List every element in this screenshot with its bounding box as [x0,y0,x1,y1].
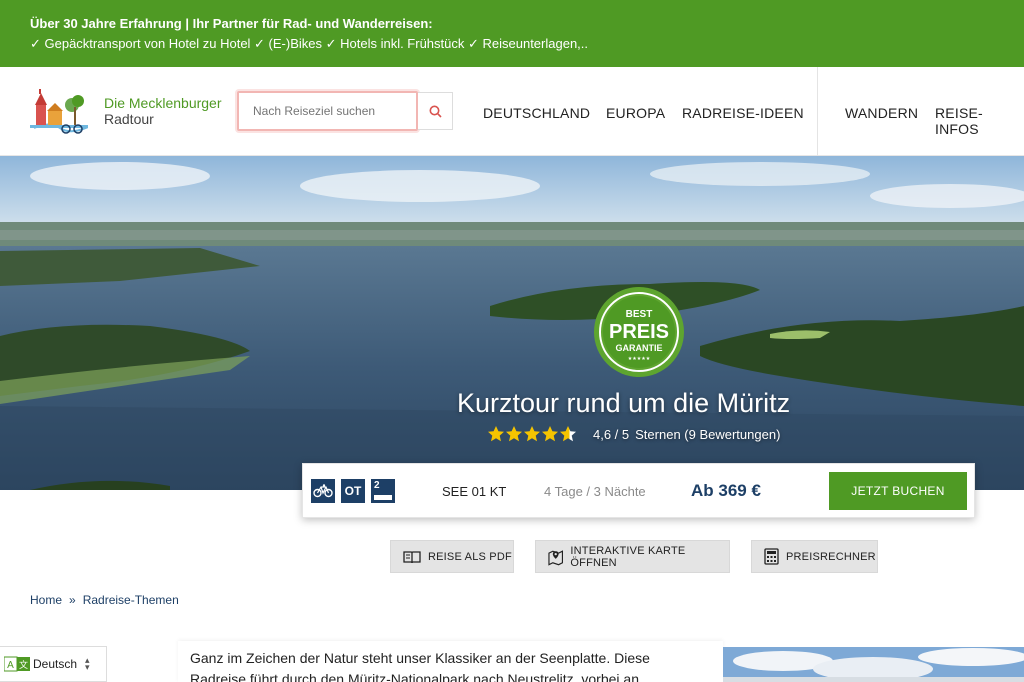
search-input[interactable] [237,91,418,131]
rating-stars [487,425,577,443]
top-info-bar: Über 30 Jahre Erfahrung | Ihr Partner fü… [0,0,1024,67]
translate-icon: A 文 [4,656,30,672]
side-sky-image [723,647,1024,682]
tour-info-bar: OT 2 SEE 01 KT 4 Tage / 3 Nächte Ab 369 … [302,463,975,518]
star-icon [506,426,522,442]
badge-best: BEST [626,309,653,320]
map-button-label: INTERAKTIVE KARTE ÖFFNEN [570,544,686,569]
rating-value: 4,6 / 5 [593,426,630,442]
search-icon [429,105,442,118]
best-price-badge: BEST PREIS GARANTIE ★★★★★ [594,287,684,377]
bike-tour-icon [311,479,335,503]
svg-text:文: 文 [19,659,28,671]
nav-reise-infos[interactable]: REISE-INFOS [935,105,1024,137]
breadcrumb-home[interactable]: Home [30,593,62,607]
tour-duration: 4 Tage / 3 Nächte [544,484,646,499]
difficulty-level-icon: 2 [371,479,395,503]
brand-line-2: Radtour [104,111,154,127]
breadcrumb-separator: » [69,593,76,607]
language-label: Deutsch [33,657,78,671]
map-pin-icon [548,549,564,566]
rating-count[interactable]: Sternen (9 Bewertungen) [635,427,780,442]
nav-deutschland[interactable]: DEUTSCHLAND [483,105,590,121]
intro-text: Ganz im Zeichen der Natur steht unser Kl… [190,648,710,682]
svg-text:A: A [7,660,14,671]
topbar-headline: Über 30 Jahre Erfahrung | Ihr Partner fü… [30,16,433,31]
site-header: Die Mecklenburger Radtour DEUTSCHLAND EU… [0,67,1024,156]
calculator-icon [764,548,779,565]
tour-price: Ab 369 € [691,481,761,500]
pdf-button[interactable]: REISE ALS PDF [390,540,514,573]
topbar-benefits: ✓ Gepäcktransport von Hotel zu Hotel ✓ (… [30,36,589,51]
tour-rating: 4,6 / 5 Sternen (9 Bewertungen) [487,424,780,444]
book-icon [403,550,421,563]
nav-wandern[interactable]: WANDERN [845,105,918,121]
badge-garantie: GARANTIE [616,343,663,353]
star-icon [488,426,504,442]
select-arrows-icon: ▴ ▾ [85,655,90,672]
breadcrumb: Home » Radreise-Themen [30,593,179,607]
intro-line-1: Ganz im Zeichen der Natur steht unser Kl… [190,650,650,666]
difficulty-level: 2 [374,480,380,491]
calculator-button-label: PREISRECHNER [786,550,876,563]
pdf-button-label: REISE ALS PDF [428,550,512,563]
nav-radreise-ideen[interactable]: RADREISE-IDEEN [682,105,804,121]
star-icon [524,426,540,442]
nav-divider [817,67,818,156]
tour-code: SEE 01 KT [442,484,507,499]
brand-name[interactable]: Die Mecklenburger Radtour [104,95,222,127]
language-selector[interactable]: A 文 Deutsch ▴ ▾ [0,646,107,682]
price-calculator-button[interactable]: PREISRECHNER [751,540,878,573]
star-icon [560,426,576,442]
svg-text:★★★★★: ★★★★★ [628,356,651,362]
star-icon [542,426,558,442]
book-now-button[interactable]: JETZT BUCHEN [829,472,967,510]
ot-tour-type-icon: OT [341,479,365,503]
logo-icon[interactable] [30,87,88,135]
interactive-map-button[interactable]: INTERAKTIVE KARTE ÖFFNEN [535,540,730,573]
search-button[interactable] [418,92,453,130]
breadcrumb-current[interactable]: Radreise-Themen [83,593,179,607]
intro-line-2: Radreise führt durch den Müritz-National… [190,671,639,682]
brand-line-1: Die Mecklenburger [104,95,222,111]
nav-europa[interactable]: EUROPA [606,105,665,121]
tour-title: Kurztour rund um die Müritz [457,388,791,418]
badge-preis: PREIS [609,321,669,343]
